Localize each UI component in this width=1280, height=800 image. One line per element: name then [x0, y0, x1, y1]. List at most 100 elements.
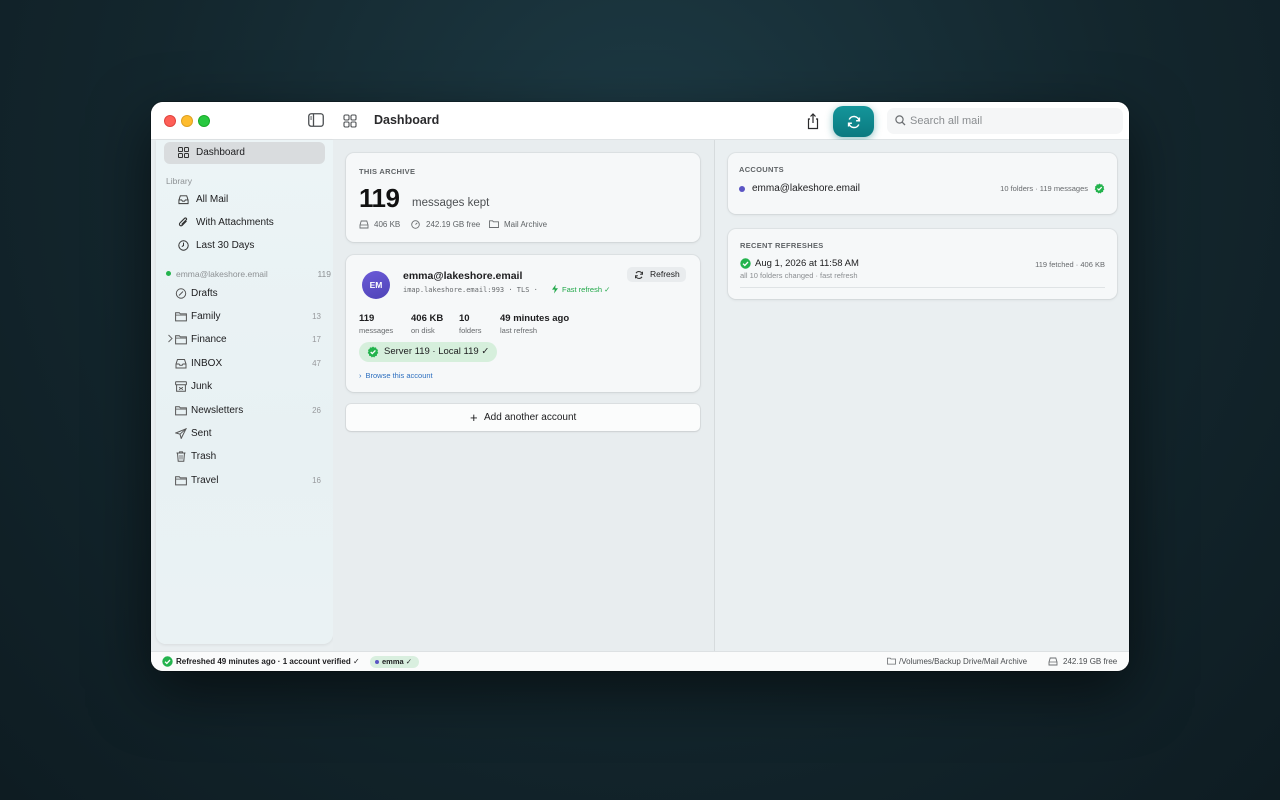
refresh-icon — [635, 271, 643, 279]
sidebar-account-header[interactable]: emma@lakeshore.email 119 — [166, 269, 331, 281]
tray-icon — [178, 195, 189, 205]
sidebar: Dashboard Library All Mail With Attachme… — [156, 140, 333, 644]
sidebar-toggle-icon[interactable] — [308, 113, 324, 127]
folder-sent[interactable]: Sent — [164, 424, 325, 444]
account-status-dot — [166, 271, 171, 276]
sidebar-item-label: With Attachments — [196, 217, 274, 228]
folder-family[interactable]: Family 13 — [164, 307, 325, 327]
status-bar: Refreshed 49 minutes ago · 1 account ver… — [151, 651, 1129, 671]
stat-last-refresh: 49 minutes ago last refresh — [500, 313, 570, 335]
folder-finance[interactable]: Finance 17 — [164, 330, 325, 350]
sync-icon — [847, 115, 860, 128]
folder-label: Newsletters — [191, 405, 244, 416]
chevron-right-icon[interactable] — [167, 334, 174, 343]
sidebar-item-label: Last 30 Days — [196, 240, 255, 251]
sidebar-item-with-attachments[interactable]: With Attachments — [164, 212, 325, 234]
title-bar: Dashboard — [151, 102, 1129, 140]
folder-icon — [175, 335, 187, 345]
folder-label: Sent — [191, 428, 212, 439]
folder-trash[interactable]: Trash — [164, 447, 325, 467]
folder-newsletters[interactable]: Newsletters 26 — [164, 401, 325, 421]
folder-icon — [489, 220, 499, 228]
account-email: emma@lakeshore.email — [403, 270, 523, 282]
account-color-dot — [739, 186, 745, 192]
folder-label: INBOX — [191, 358, 223, 369]
folder-count: 26 — [312, 406, 321, 415]
recent-refreshes-caption: RECENT REFRESHES — [740, 241, 824, 250]
dashboard-grid-icon[interactable] — [343, 114, 357, 128]
accounts-caption: ACCOUNTS — [739, 165, 784, 174]
sidebar-account-count: 119 — [317, 269, 331, 279]
folder-label: Travel — [191, 475, 219, 486]
folder-travel[interactable]: Travel 16 — [164, 471, 325, 491]
refresh-button[interactable]: Refresh — [627, 267, 686, 282]
sidebar-item-dashboard[interactable]: Dashboard — [164, 142, 325, 164]
account-list-item[interactable]: emma@lakeshore.email 10 folders · 119 me… — [739, 183, 1105, 195]
paper-plane-icon — [175, 428, 187, 439]
sidebar-account-email: emma@lakeshore.email — [176, 269, 268, 279]
recent-refreshes-card: RECENT REFRESHES Aug 1, 2026 at 11:58 AM… — [728, 229, 1117, 299]
status-text: Refreshed 49 minutes ago · 1 account ver… — [176, 657, 360, 666]
folder-icon — [175, 312, 187, 322]
folder-drafts[interactable]: Drafts — [164, 284, 325, 304]
folder-count: 13 — [312, 312, 321, 321]
clock-icon — [178, 240, 189, 251]
archive-card: THIS ARCHIVE 119 messages kept 406 KB 24… — [346, 153, 700, 242]
avatar: EM — [362, 271, 390, 299]
account-email: emma@lakeshore.email — [752, 183, 860, 194]
sidebar-item-last-30-days[interactable]: Last 30 Days — [164, 235, 325, 257]
folder-junk[interactable]: Junk — [164, 377, 325, 397]
accounts-card: ACCOUNTS emma@lakeshore.email 10 folders… — [728, 153, 1117, 214]
plus-icon: + — [470, 410, 478, 425]
account-card: EM emma@lakeshore.email imap.lakeshore.e… — [346, 255, 700, 392]
share-icon[interactable] — [806, 113, 820, 130]
account-status-pill[interactable]: emma ✓ — [370, 656, 419, 668]
junk-icon — [175, 381, 187, 392]
check-badge-icon — [367, 346, 379, 358]
folder-count: 16 — [312, 476, 321, 485]
search-field[interactable] — [887, 108, 1123, 134]
refresh-entry-detail: all 10 folders changed · fast refresh — [740, 271, 858, 280]
sidebar-item-label: Dashboard — [196, 147, 245, 158]
search-icon — [895, 115, 906, 126]
sidebar-item-all-mail[interactable]: All Mail — [164, 189, 325, 211]
account-summary: 10 folders · 119 messages — [1000, 184, 1088, 193]
app-window: Dashboard Search all mail Dashboard Libr… — [151, 102, 1129, 671]
archive-message-count: 119 — [359, 183, 400, 213]
add-account-button[interactable]: + Add another account — [346, 404, 700, 431]
verified-badge-icon — [1094, 183, 1105, 194]
folder-label: Trash — [191, 451, 217, 462]
main-column: THIS ARCHIVE 119 messages kept 406 KB 24… — [333, 140, 714, 651]
account-server: imap.lakeshore.email:993 · TLS · — [403, 286, 538, 294]
folder-label: Finance — [191, 334, 227, 345]
stat-on-disk: 406 KB on disk — [411, 313, 444, 335]
divider — [740, 287, 1105, 288]
folder-icon — [175, 476, 187, 486]
close-window-button[interactable] — [164, 115, 176, 127]
success-check-icon — [162, 656, 173, 667]
trash-icon — [176, 451, 186, 462]
sidebar-item-label: All Mail — [196, 194, 229, 205]
page-title: Dashboard — [374, 113, 440, 127]
dashboard-grid-icon — [178, 147, 189, 158]
sync-button[interactable] — [833, 106, 874, 137]
folder-inbox[interactable]: INBOX 47 — [164, 354, 325, 374]
folder-count: 17 — [312, 335, 321, 344]
gauge-icon — [411, 220, 420, 229]
archive-count-suffix: messages kept — [412, 197, 490, 209]
archive-caption: THIS ARCHIVE — [359, 167, 416, 176]
account-color-dot — [375, 660, 379, 664]
minimize-window-button[interactable] — [181, 115, 193, 127]
library-section-label: Library — [166, 176, 192, 186]
success-check-icon — [740, 258, 751, 269]
folder-label: Drafts — [191, 288, 218, 299]
bolt-icon — [552, 284, 558, 294]
verify-status-pill: Server 119 · Local 119 ✓ — [359, 342, 497, 362]
search-input[interactable] — [910, 112, 1115, 130]
disk-icon — [359, 220, 369, 229]
folder-icon — [887, 657, 896, 665]
stat-messages: 119 messages — [359, 313, 394, 335]
folder-label: Junk — [191, 381, 213, 392]
zoom-window-button[interactable] — [198, 115, 210, 127]
browse-account-link[interactable]: › Browse this account — [359, 371, 433, 380]
